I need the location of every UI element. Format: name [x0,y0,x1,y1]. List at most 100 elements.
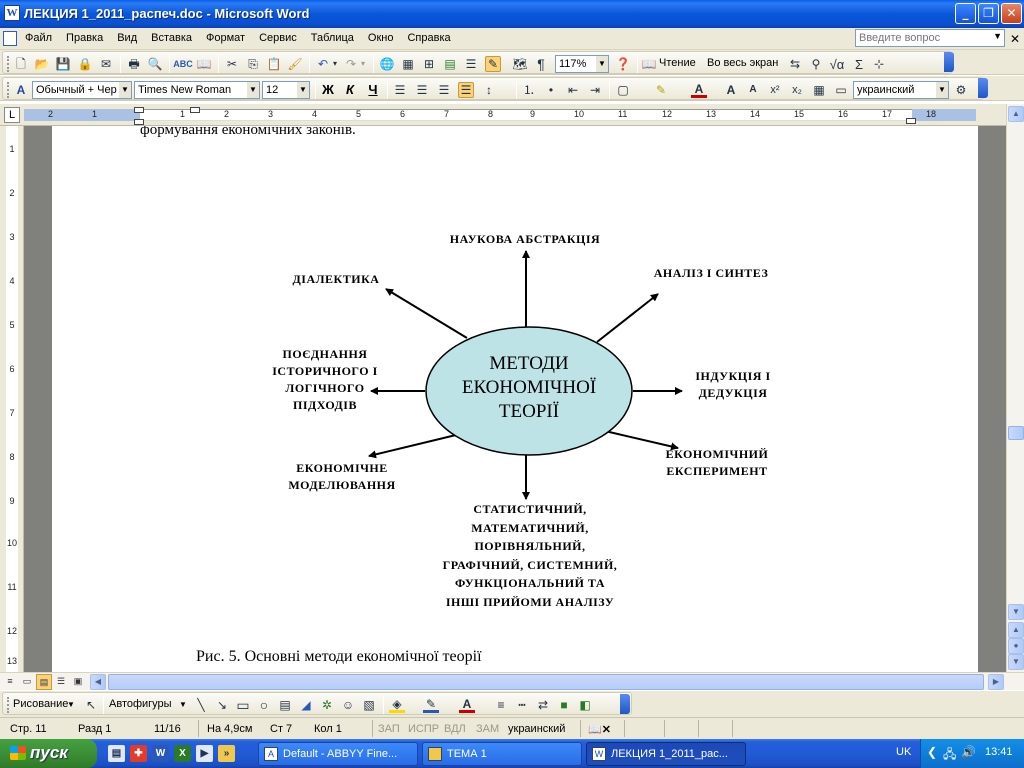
language-combo[interactable]: украинский ▼ [853,81,949,99]
figure-caption[interactable]: Рис. 5. Основні методи економічної теорі… [196,648,482,666]
right-indent-marker[interactable] [906,118,916,124]
oval-icon[interactable]: ○ [256,697,272,713]
line-style-icon[interactable]: ≡ [493,697,509,713]
volume-icon[interactable]: 🔊 [961,745,976,759]
start-button[interactable]: пуск [0,739,97,768]
horizontal-scroll-thumb[interactable] [108,674,984,690]
numbering-icon[interactable]: ⒈ [521,82,537,98]
shadow-icon[interactable]: ■ [556,697,572,713]
scroll-down-button[interactable]: ▼ [1008,604,1024,620]
normal-view-icon[interactable]: ≡ [2,674,18,690]
justify-icon[interactable]: ☰ [458,82,474,98]
menu-window[interactable]: Окно [361,32,401,44]
full-screen-button[interactable]: Во весь экран [707,57,778,69]
web-view-icon[interactable]: ▭ [19,674,35,690]
align-left-icon[interactable]: ☰ [392,82,408,98]
chevron-down-icon[interactable]: ▼ [247,82,259,98]
3d-icon[interactable]: ◧ [577,697,593,713]
show-desktop-icon[interactable]: ▤ [108,745,125,762]
chevron-down-icon[interactable]: ▼ [596,56,608,72]
document-page[interactable]: формування економічних законів. МЕТОДИ Е… [52,126,978,672]
tab-selector[interactable]: L [4,107,20,123]
merge-icon[interactable]: ⊹ [871,56,887,72]
status-track-changes[interactable]: ИСПР [408,723,439,735]
chevron-down-icon[interactable]: ▼ [67,700,75,709]
copy-icon[interactable]: ⎘ [245,56,261,72]
network-icon[interactable]: 🖧 [943,745,956,766]
menu-file[interactable]: Файл [18,32,59,44]
italic-button[interactable]: К [341,82,359,99]
diagram-icon[interactable]: ✲ [319,697,335,713]
language-indicator[interactable]: UK [896,746,911,758]
document-area[interactable]: формування економічних законів. МЕТОДИ Е… [24,126,1006,672]
undo-dropdown-icon[interactable]: ▾ [327,56,343,72]
help-icon[interactable]: ❓ [615,56,631,72]
borders-icon[interactable]: ▢ [615,82,631,98]
menu-edit[interactable]: Правка [59,32,110,44]
dash-style-icon[interactable]: ┅ [514,697,530,713]
toolbar-options-icon[interactable] [620,694,630,714]
minimize-button[interactable]: _ [955,3,976,24]
decrease-indent-icon[interactable]: ⇤ [565,82,581,98]
superscript-icon[interactable]: x² [767,82,783,98]
menu-format[interactable]: Формат [199,32,252,44]
format-painter-icon[interactable]: 🖌 [287,56,303,72]
task-folder[interactable]: ТЕМА 1 [422,742,582,766]
redo-dropdown-icon[interactable]: ▾ [355,56,371,72]
zoom-combo[interactable]: 117% ▼ [555,55,609,73]
line-spacing-icon[interactable]: ↕ [481,82,497,98]
quicklaunch-app-icon[interactable]: ✚ [130,745,147,762]
textbox-icon[interactable]: ▤ [277,697,293,713]
style-combo[interactable]: Обычный + Чер ▼ [32,81,132,99]
toolbar-grip[interactable] [7,697,10,713]
reading-mode-button[interactable]: Чтение [659,57,696,69]
print-icon[interactable]: 🖶 [126,56,142,72]
fields-icon[interactable]: ⚲ [808,56,824,72]
horizontal-scrollbar[interactable]: ≡ ▭ ▤ ☰ ▣ ◀ ▶ [0,672,1024,690]
chevron-down-icon[interactable]: ▼ [179,700,187,709]
toolbar-options-icon[interactable] [978,78,988,98]
envelope-icon[interactable]: ⇆ [787,56,803,72]
chevron-down-icon[interactable]: ▼ [936,82,948,98]
options-gear-icon[interactable]: ⚙ [953,82,969,98]
paste-icon[interactable]: 📋 [266,56,282,72]
reading-layout-icon[interactable]: 📖 [641,56,657,72]
menu-tools[interactable]: Сервис [252,32,304,44]
arrow-icon[interactable]: ↘ [214,697,230,713]
close-document-icon[interactable]: ✕ [1010,32,1020,46]
menu-view[interactable]: Вид [110,32,144,44]
menu-table[interactable]: Таблица [304,32,361,44]
cut-icon[interactable]: ✂ [224,56,240,72]
wordart-icon[interactable]: ◢ [298,697,314,713]
select-pointer-icon[interactable]: ↖ [83,697,99,713]
insert-table-icon[interactable]: ⊞ [421,56,437,72]
toolbar-options-icon[interactable] [944,52,954,72]
chevron-down-icon[interactable]: ▼ [119,82,131,98]
status-overtype[interactable]: ЗАМ [476,723,499,735]
font-color-icon[interactable]: A [459,697,475,713]
excel-quicklaunch-icon[interactable]: X [174,745,191,762]
bullets-icon[interactable]: • [543,82,559,98]
help-search-input[interactable]: Введите вопрос ▼ [855,29,1005,47]
toolbar-grip[interactable] [7,82,10,98]
font-color-icon[interactable]: A [691,82,707,98]
vertical-ruler[interactable]: 1 2 3 4 5 6 7 8 9 10 11 12 13 14 [0,126,24,672]
tray-expand-icon[interactable]: ❮ [927,745,937,759]
character-border-icon[interactable]: ▭ [833,82,849,98]
hyperlink-icon[interactable]: 🌐 [379,56,395,72]
document-map-icon[interactable]: 🗺 [512,56,528,72]
autoshapes-button[interactable]: Автофигуры [109,698,172,710]
toolbar-grip[interactable] [7,56,10,72]
clipart-icon[interactable]: ☺ [340,697,356,713]
grow-font-icon[interactable]: A [723,82,739,98]
outline-view-icon[interactable]: ☰ [53,674,69,690]
columns-icon[interactable]: ☰ [463,56,479,72]
reading-view-icon[interactable]: ▣ [70,674,86,690]
line-color-icon[interactable]: ✎ [423,697,439,713]
scroll-up-button[interactable]: ▲ [1008,106,1024,122]
close-button[interactable]: ✕ [1001,3,1022,24]
print-layout-icon[interactable]: ▤ [36,674,52,690]
tables-borders-icon[interactable]: ▦ [400,56,416,72]
restore-button[interactable]: ❐ [978,3,999,24]
scroll-left-button[interactable]: ◀ [90,674,106,690]
